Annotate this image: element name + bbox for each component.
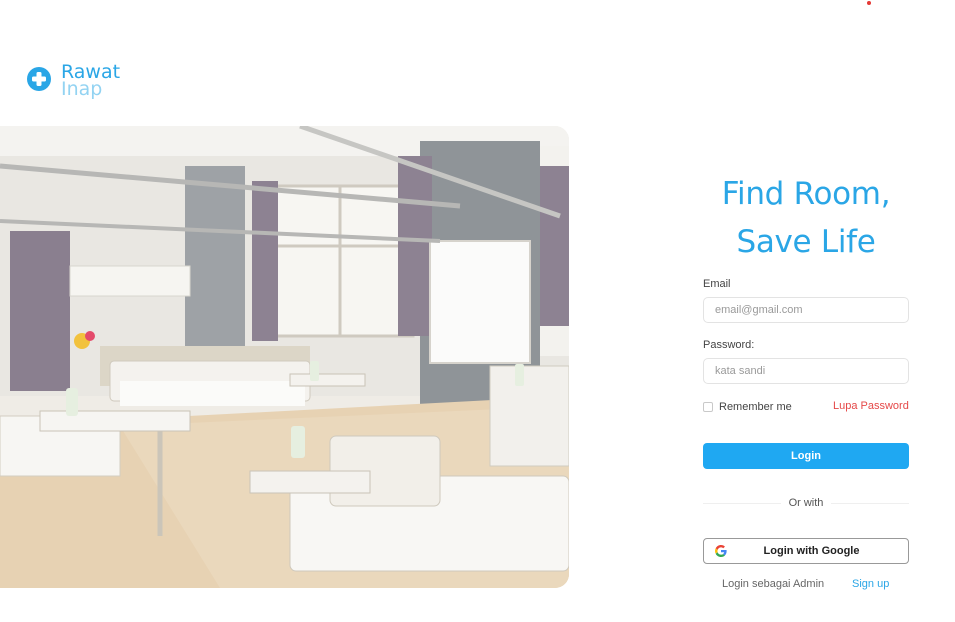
remember-me[interactable]: Remember me bbox=[703, 401, 792, 413]
headline: Find Room, Save Life bbox=[703, 170, 909, 266]
headline-line1: Find Room, bbox=[721, 176, 891, 212]
email-label: Email bbox=[703, 278, 731, 290]
divider-line-left bbox=[703, 502, 781, 504]
hospital-ward-image bbox=[0, 126, 569, 588]
google-login-label: Login with Google bbox=[763, 545, 860, 557]
remember-checkbox[interactable] bbox=[703, 402, 713, 412]
divider-label: Or with bbox=[788, 497, 824, 509]
forgot-password-link[interactable]: Lupa Password bbox=[833, 400, 909, 412]
password-label: Password: bbox=[703, 339, 755, 351]
remember-label: Remember me bbox=[719, 401, 792, 413]
admin-login-link[interactable]: Login sebagai Admin bbox=[722, 578, 824, 590]
plus-cross-icon bbox=[27, 67, 51, 91]
or-divider: Or with bbox=[703, 496, 909, 510]
signup-link[interactable]: Sign up bbox=[852, 578, 889, 590]
headline-line2: Save Life bbox=[736, 224, 876, 260]
password-input[interactable] bbox=[703, 358, 909, 384]
brand-name-line2: Inap bbox=[61, 78, 103, 100]
brand-logo[interactable]: Rawat Inap bbox=[27, 63, 120, 100]
notification-dot bbox=[867, 1, 871, 5]
login-button[interactable]: Login bbox=[703, 443, 909, 469]
email-input[interactable] bbox=[703, 297, 909, 323]
divider-line-right bbox=[831, 502, 909, 504]
google-icon bbox=[715, 545, 727, 557]
google-login-button[interactable]: Login with Google bbox=[703, 538, 909, 564]
